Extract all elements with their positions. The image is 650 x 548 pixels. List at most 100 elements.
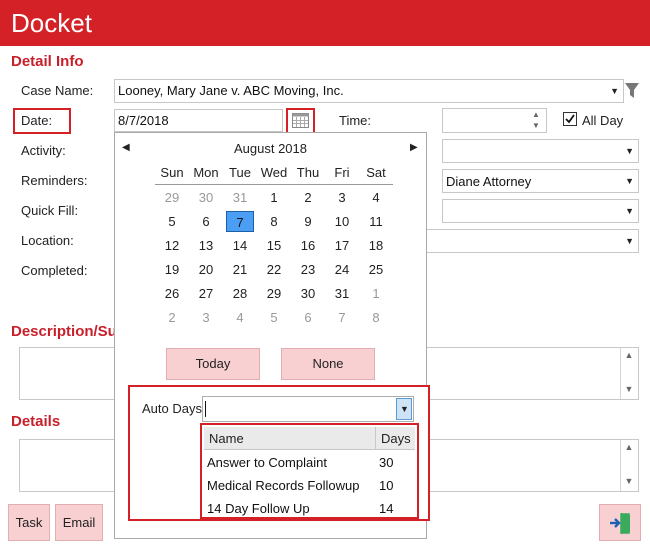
calendar-day[interactable]: 24 bbox=[325, 259, 359, 280]
calendar-day[interactable]: 18 bbox=[359, 235, 393, 256]
case-name-label: Case Name: bbox=[21, 83, 94, 98]
row-days: 30 bbox=[379, 455, 394, 470]
all-day-checkbox[interactable] bbox=[563, 112, 577, 126]
calendar-day[interactable]: 22 bbox=[257, 259, 291, 280]
weekday-divider bbox=[155, 184, 393, 185]
case-name-value: Looney, Mary Jane v. ABC Moving, Inc. bbox=[118, 83, 344, 98]
section-detail-info: Detail Info bbox=[11, 53, 84, 70]
calendar-day[interactable]: 5 bbox=[155, 211, 189, 232]
calendar-day[interactable]: 15 bbox=[257, 235, 291, 256]
details-scrollbar[interactable]: ▲ ▼ bbox=[620, 440, 638, 491]
time-up-icon[interactable]: ▲ bbox=[528, 110, 544, 119]
text-cursor bbox=[205, 401, 206, 417]
calendar-day[interactable]: 1 bbox=[359, 283, 393, 304]
calendar-day[interactable]: 14 bbox=[223, 235, 257, 256]
chevron-down-icon: ▼ bbox=[625, 206, 634, 216]
calendar-day[interactable]: 16 bbox=[291, 235, 325, 256]
calendar-day[interactable]: 3 bbox=[325, 187, 359, 208]
quick-fill-label: Quick Fill: bbox=[21, 203, 79, 218]
calendar-day[interactable]: 6 bbox=[189, 211, 223, 232]
calendar-day[interactable]: 25 bbox=[359, 259, 393, 280]
calendar-day[interactable]: 8 bbox=[257, 211, 291, 232]
location-select[interactable]: ▼ bbox=[426, 229, 639, 253]
calendar-day[interactable]: 30 bbox=[189, 187, 223, 208]
calendar-day[interactable]: 29 bbox=[257, 283, 291, 304]
calendar-day[interactable]: 21 bbox=[223, 259, 257, 280]
weekday-label: Fri bbox=[334, 165, 350, 180]
calendar-icon[interactable] bbox=[292, 113, 309, 128]
calendar-day[interactable]: 23 bbox=[291, 259, 325, 280]
date-label: Date: bbox=[21, 113, 53, 128]
filter-icon[interactable] bbox=[625, 83, 639, 99]
calendar-day[interactable]: 12 bbox=[155, 235, 189, 256]
calendar-day[interactable]: 17 bbox=[325, 235, 359, 256]
calendar-day[interactable]: 29 bbox=[155, 187, 189, 208]
reminders-select[interactable]: Diane Attorney ▼ bbox=[442, 169, 639, 193]
auto-days-dropdown-button[interactable]: ▼ bbox=[396, 398, 412, 420]
date-input[interactable]: 8/7/2018 bbox=[114, 109, 283, 132]
calendar-day[interactable]: 2 bbox=[155, 307, 189, 328]
calendar-day[interactable]: 2 bbox=[291, 187, 325, 208]
activity-select[interactable]: ▼ bbox=[442, 139, 639, 163]
today-button[interactable]: Today bbox=[166, 348, 260, 380]
weekday-label: Mon bbox=[193, 165, 219, 180]
calendar-day[interactable]: 26 bbox=[155, 283, 189, 304]
weekday-label: Thu bbox=[296, 165, 320, 180]
column-days-header[interactable]: Days bbox=[381, 431, 411, 446]
time-down-icon[interactable]: ▼ bbox=[528, 121, 544, 130]
calendar-day[interactable]: 27 bbox=[189, 283, 223, 304]
reminders-label: Reminders: bbox=[21, 173, 88, 188]
scroll-up-icon[interactable]: ▲ bbox=[621, 350, 637, 360]
calendar-day[interactable]: 28 bbox=[223, 283, 257, 304]
calendar-day[interactable]: 20 bbox=[189, 259, 223, 280]
completed-label: Completed: bbox=[21, 263, 88, 278]
all-day-label: All Day bbox=[582, 113, 624, 128]
weekday-label: Tue bbox=[229, 165, 251, 180]
case-name-select[interactable]: Looney, Mary Jane v. ABC Moving, Inc. ▼ bbox=[114, 79, 624, 103]
exit-button[interactable] bbox=[599, 504, 641, 541]
calendar-day[interactable]: 4 bbox=[223, 307, 257, 328]
calendar-day[interactable]: 5 bbox=[257, 307, 291, 328]
calendar-day[interactable]: 8 bbox=[359, 307, 393, 328]
calendar-day[interactable]: 9 bbox=[291, 211, 325, 232]
calendar-day[interactable]: 1 bbox=[257, 187, 291, 208]
reminders-value: Diane Attorney bbox=[446, 174, 532, 189]
calendar-day[interactable]: 6 bbox=[291, 307, 325, 328]
scroll-down-icon[interactable]: ▼ bbox=[621, 476, 637, 486]
calendar-day[interactable]: 4 bbox=[359, 187, 393, 208]
calendar-day[interactable]: 10 bbox=[325, 211, 359, 232]
scroll-down-icon[interactable]: ▼ bbox=[621, 384, 637, 394]
auto-days-label: Auto Days bbox=[142, 401, 202, 416]
calendar-day[interactable]: 3 bbox=[189, 307, 223, 328]
next-month-icon[interactable]: ▶ bbox=[410, 142, 418, 153]
activity-label: Activity: bbox=[21, 143, 66, 158]
description-scrollbar[interactable]: ▲ ▼ bbox=[620, 348, 638, 399]
day-grid: 29 30 31 1 2 3 4 5 6 7 8 9 10 11 12 13 14 15 16 17 18 19 20 21 2… bbox=[155, 187, 393, 337]
calendar-day-selected[interactable]: 7 bbox=[226, 211, 254, 232]
scroll-up-icon[interactable]: ▲ bbox=[621, 442, 637, 452]
none-button[interactable]: None bbox=[281, 348, 375, 380]
month-label: August 2018 bbox=[233, 141, 307, 156]
section-description: Description/Su bbox=[11, 323, 117, 340]
weekday-header: Sun Mon Tue Wed Thu Fri Sat bbox=[155, 165, 393, 183]
weekday-label: Sat bbox=[366, 165, 386, 180]
row-days: 14 bbox=[379, 501, 394, 516]
calendar-day[interactable]: 30 bbox=[291, 283, 325, 304]
calendar-day[interactable]: 19 bbox=[155, 259, 189, 280]
row-name: Answer to Complaint bbox=[207, 455, 327, 470]
calendar-day[interactable]: 31 bbox=[325, 283, 359, 304]
calendar-day[interactable]: 11 bbox=[359, 211, 393, 232]
chevron-down-icon: ▼ bbox=[625, 176, 634, 186]
auto-days-list: Name Days Answer to Complaint 30 Medical… bbox=[200, 423, 419, 519]
calendar-day[interactable]: 31 bbox=[223, 187, 257, 208]
exit-icon bbox=[609, 511, 633, 538]
task-button[interactable]: Task bbox=[8, 504, 50, 541]
time-input[interactable]: ▲ ▼ bbox=[442, 108, 547, 133]
column-name-header[interactable]: Name bbox=[209, 431, 244, 446]
email-button[interactable]: Email bbox=[55, 504, 103, 541]
row-days: 10 bbox=[379, 478, 394, 493]
calendar-day[interactable]: 7 bbox=[325, 307, 359, 328]
calendar-day[interactable]: 13 bbox=[189, 235, 223, 256]
quick-fill-select[interactable]: ▼ bbox=[442, 199, 639, 223]
auto-days-combobox[interactable]: ▼ bbox=[202, 396, 414, 422]
